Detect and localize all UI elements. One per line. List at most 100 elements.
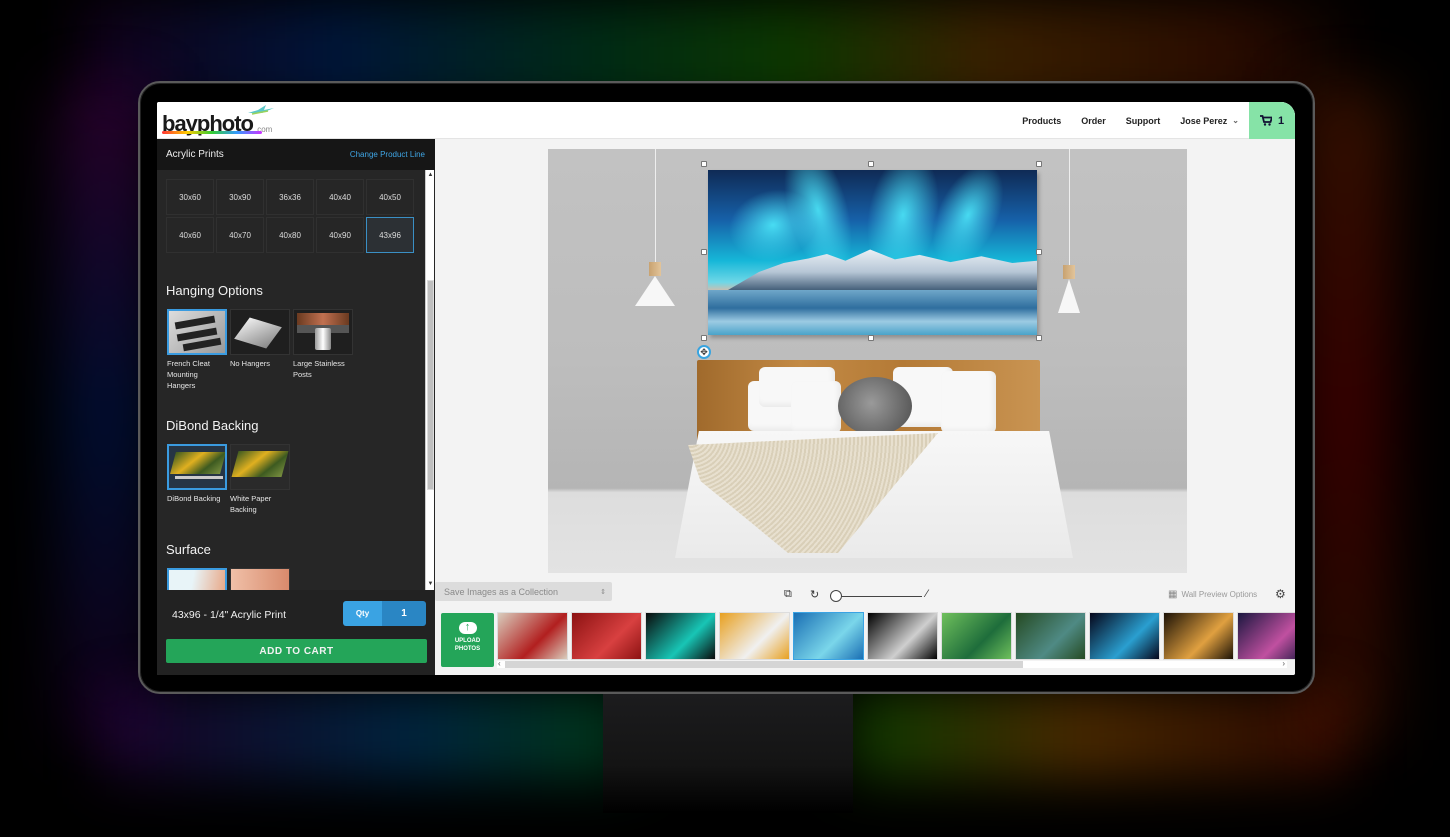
- promo-stage: bayphoto .com Products Order Support Jos…: [0, 0, 1450, 837]
- no-hangers-thumbnail: [230, 309, 290, 355]
- pillow: [941, 371, 996, 433]
- monitor-stand: [603, 693, 853, 813]
- qty-input[interactable]: 1: [382, 601, 426, 626]
- thumbnail-candlelit-couple[interactable]: [1163, 612, 1234, 660]
- size-option[interactable]: 36x36: [266, 179, 314, 215]
- backing-option-dibond[interactable]: DiBond Backing: [167, 444, 227, 515]
- quantity-field[interactable]: Qty 1: [343, 601, 426, 626]
- placed-print-aurora[interactable]: [708, 170, 1037, 335]
- surface-thumbnail-matte: [230, 568, 290, 590]
- size-option[interactable]: 30x90: [216, 179, 264, 215]
- resize-handle-e[interactable]: [1036, 249, 1042, 255]
- scroll-down-icon[interactable]: ▼: [427, 581, 434, 588]
- size-option[interactable]: 40x40: [316, 179, 364, 215]
- crop-icon[interactable]: ⧉: [784, 588, 792, 601]
- strip-scrollbar[interactable]: ‹ ›: [497, 659, 1287, 668]
- resize-handle-w[interactable]: [701, 249, 707, 255]
- hanging-option-stainless-posts[interactable]: Large Stainless Posts: [293, 309, 353, 391]
- cart-count: 1: [1277, 114, 1285, 127]
- wall-preview-options-label: Wall Preview Options: [1181, 590, 1258, 599]
- resize-handle-s[interactable]: [868, 335, 874, 341]
- option-label: French Cleat Mounting Hangers: [167, 359, 210, 390]
- strip-scrollbar-thumb[interactable]: [505, 661, 1023, 668]
- move-icon[interactable]: ✥: [697, 345, 711, 359]
- thumbnail-couple-red-tree[interactable]: [571, 612, 642, 660]
- collection-placeholder: Save Images as a Collection: [444, 586, 559, 597]
- option-label: DiBond Backing: [167, 494, 221, 503]
- hanging-option-no-hangers[interactable]: No Hangers: [230, 309, 290, 391]
- logo-rainbow-swoosh: [162, 131, 262, 134]
- surface-option-1[interactable]: [167, 568, 227, 590]
- upload-photos-button[interactable]: UPLOAD PHOTOS: [441, 613, 494, 667]
- upload-label: UPLOAD: [454, 638, 481, 644]
- surface-option-2[interactable]: [230, 568, 290, 590]
- hanging-options-title: Hanging Options: [166, 283, 263, 298]
- resize-handle-nw[interactable]: [701, 161, 707, 167]
- size-option[interactable]: 30x60: [166, 179, 214, 215]
- user-name: Jose Perez: [1180, 115, 1228, 126]
- select-arrows-icon: ⇕: [600, 588, 606, 596]
- thumbnail-wedding-yellow-arch[interactable]: [719, 612, 790, 660]
- scrollbar-thumb[interactable]: [427, 280, 434, 490]
- surface-title: Surface: [166, 542, 211, 557]
- photo-strip: UPLOAD PHOTOS ‹ ›: [435, 608, 1295, 675]
- hanging-option-french-cleat[interactable]: French Cleat Mounting Hangers: [167, 309, 227, 391]
- size-option[interactable]: 40x80: [266, 217, 314, 253]
- nav-support[interactable]: Support: [1126, 116, 1161, 126]
- backing-option-white-paper[interactable]: White Paper Backing: [230, 444, 290, 515]
- pendant-lamp-left: [635, 262, 675, 306]
- size-option[interactable]: 40x60: [166, 217, 214, 253]
- scroll-right-icon[interactable]: ›: [1282, 659, 1285, 668]
- wall-grid-icon: ▦: [1168, 589, 1178, 600]
- product-options-sidebar: Acrylic Prints Change Product Line 30x60…: [157, 139, 435, 675]
- gear-icon[interactable]: ⚙: [1275, 587, 1286, 601]
- thumbnail-bride-red-dress-columns[interactable]: [497, 612, 568, 660]
- thumbnail-list: [497, 612, 1295, 660]
- stainless-posts-thumbnail: [293, 309, 353, 355]
- size-option[interactable]: 40x90: [316, 217, 364, 253]
- thumbnail-city-skyline-night[interactable]: [1237, 612, 1295, 660]
- surface-thumbnail-glossy: [167, 568, 227, 590]
- resize-handle-sw[interactable]: [701, 335, 707, 341]
- top-navbar: bayphoto .com Products Order Support Jos…: [157, 102, 1295, 139]
- scroll-left-icon[interactable]: ‹: [498, 659, 501, 668]
- thumbnail-newborn-wreath[interactable]: [1015, 612, 1086, 660]
- zoom-slider-handle[interactable]: [830, 590, 842, 602]
- product-line-title: Acrylic Prints: [166, 149, 224, 160]
- thumbnail-man-neon-portrait[interactable]: [1089, 612, 1160, 660]
- resize-handle-ne[interactable]: [1036, 161, 1042, 167]
- thumbnail-woman-green-sweater[interactable]: [941, 612, 1012, 660]
- thumbnail-aurora-mountains[interactable]: [793, 612, 864, 660]
- size-grid: 30x60 30x90 36x36 40x40 40x50 40x60 40x7…: [166, 179, 414, 253]
- cart-button[interactable]: 1: [1249, 102, 1295, 139]
- magic-wand-icon[interactable]: ⁄: [926, 588, 928, 600]
- nav-products[interactable]: Products: [1022, 116, 1061, 126]
- lamp-cord: [655, 149, 656, 264]
- resize-handle-se[interactable]: [1036, 335, 1042, 341]
- surface-options-list: [167, 568, 290, 590]
- thumbnail-newborn-bw[interactable]: [867, 612, 938, 660]
- thumbnail-waterfall-neon[interactable]: [645, 612, 716, 660]
- size-option-selected[interactable]: 43x96: [366, 217, 414, 253]
- size-option[interactable]: 40x70: [216, 217, 264, 253]
- size-option[interactable]: 40x50: [366, 179, 414, 215]
- save-collection-select[interactable]: Save Images as a Collection ⇕: [435, 582, 612, 601]
- dibond-thumbnail: [167, 444, 227, 490]
- hanging-options-list: French Cleat Mounting Hangers No Hangers: [167, 309, 353, 391]
- lamp-cord: [1069, 149, 1070, 267]
- scroll-up-icon[interactable]: ▲: [427, 172, 434, 179]
- add-to-cart-button[interactable]: ADD TO CART: [166, 639, 427, 663]
- user-menu[interactable]: Jose Perez ⌄: [1180, 116, 1239, 126]
- zoom-slider-track[interactable]: [838, 596, 922, 597]
- product-summary: 43x96 - 1/4" Acrylic Print: [172, 609, 287, 621]
- resize-handle-n[interactable]: [868, 161, 874, 167]
- bayphoto-logo[interactable]: bayphoto .com: [162, 105, 274, 135]
- sidebar-scrollbar[interactable]: ▲ ▼: [425, 170, 434, 590]
- wall-preview-canvas[interactable]: ✥: [548, 149, 1187, 573]
- change-product-line-link[interactable]: Change Product Line: [350, 150, 425, 159]
- rotate-icon[interactable]: ↻: [810, 588, 819, 601]
- sidebar-header: Acrylic Prints Change Product Line: [157, 139, 435, 170]
- nav-order[interactable]: Order: [1081, 116, 1106, 126]
- main-nav: Products Order Support Jose Perez ⌄: [1022, 102, 1239, 139]
- wall-preview-options-button[interactable]: ▦ Wall Preview Options: [1168, 589, 1257, 600]
